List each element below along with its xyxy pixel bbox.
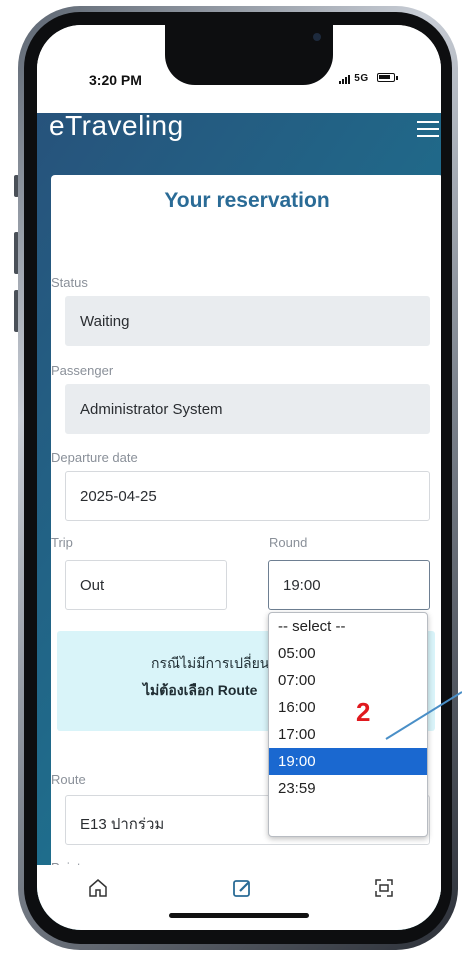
battery-tip <box>396 76 398 80</box>
edit-icon[interactable] <box>231 877 253 899</box>
signal-bars-icon <box>339 73 351 84</box>
signal-indicator: 5G <box>339 73 369 84</box>
annotation-number: 2 <box>356 697 371 727</box>
round-dropdown[interactable]: -- select -- 05:00 07:00 16:00 17:00 19:… <box>268 612 428 837</box>
departure-date-field[interactable]: 2025-04-25 <box>65 471 430 521</box>
round-option[interactable]: 05:00 <box>269 640 427 667</box>
passenger-label: Passenger <box>51 363 114 378</box>
phone-screen: 3:20 PM 5G eTraveling Your reservation S… <box>37 25 441 930</box>
page-title: Your reservation <box>164 189 330 212</box>
scan-icon[interactable] <box>373 877 395 899</box>
status-time: 3:20 PM <box>89 72 142 88</box>
home-icon[interactable] <box>87 877 109 899</box>
status-label: Status <box>51 275 88 290</box>
camera-icon <box>313 33 321 41</box>
info-line-2: ไม่ต้องเลือก Route <box>143 682 258 698</box>
trip-label: Trip <box>51 535 73 550</box>
app-brand: eTraveling <box>49 110 184 141</box>
passenger-field: Administrator System <box>65 384 430 434</box>
departure-date-label: Departure date <box>51 450 138 465</box>
round-option-selected[interactable]: 19:00 <box>269 748 427 775</box>
status-bar: 3:20 PM 5G <box>37 25 441 113</box>
hamburger-menu-icon[interactable] <box>417 121 439 138</box>
round-option[interactable]: 07:00 <box>269 667 427 694</box>
round-option[interactable]: -- select -- <box>269 613 427 640</box>
info-line-1: กรณีไม่มีการเปลี่ยน <box>151 655 270 671</box>
bottom-tabbar <box>37 865 441 930</box>
battery-icon <box>377 73 395 82</box>
round-option[interactable]: 23:59 <box>269 775 427 802</box>
round-option[interactable]: 17:00 <box>269 721 427 748</box>
trip-field[interactable]: Out <box>65 560 227 610</box>
network-type: 5G <box>354 73 369 84</box>
notch <box>165 25 333 85</box>
status-field: Waiting <box>65 296 430 346</box>
round-select[interactable]: 19:00 <box>268 560 430 610</box>
home-indicator <box>169 913 309 918</box>
round-label: Round <box>269 535 308 550</box>
route-label: Route <box>51 772 86 787</box>
round-option[interactable]: 16:00 <box>269 694 427 721</box>
